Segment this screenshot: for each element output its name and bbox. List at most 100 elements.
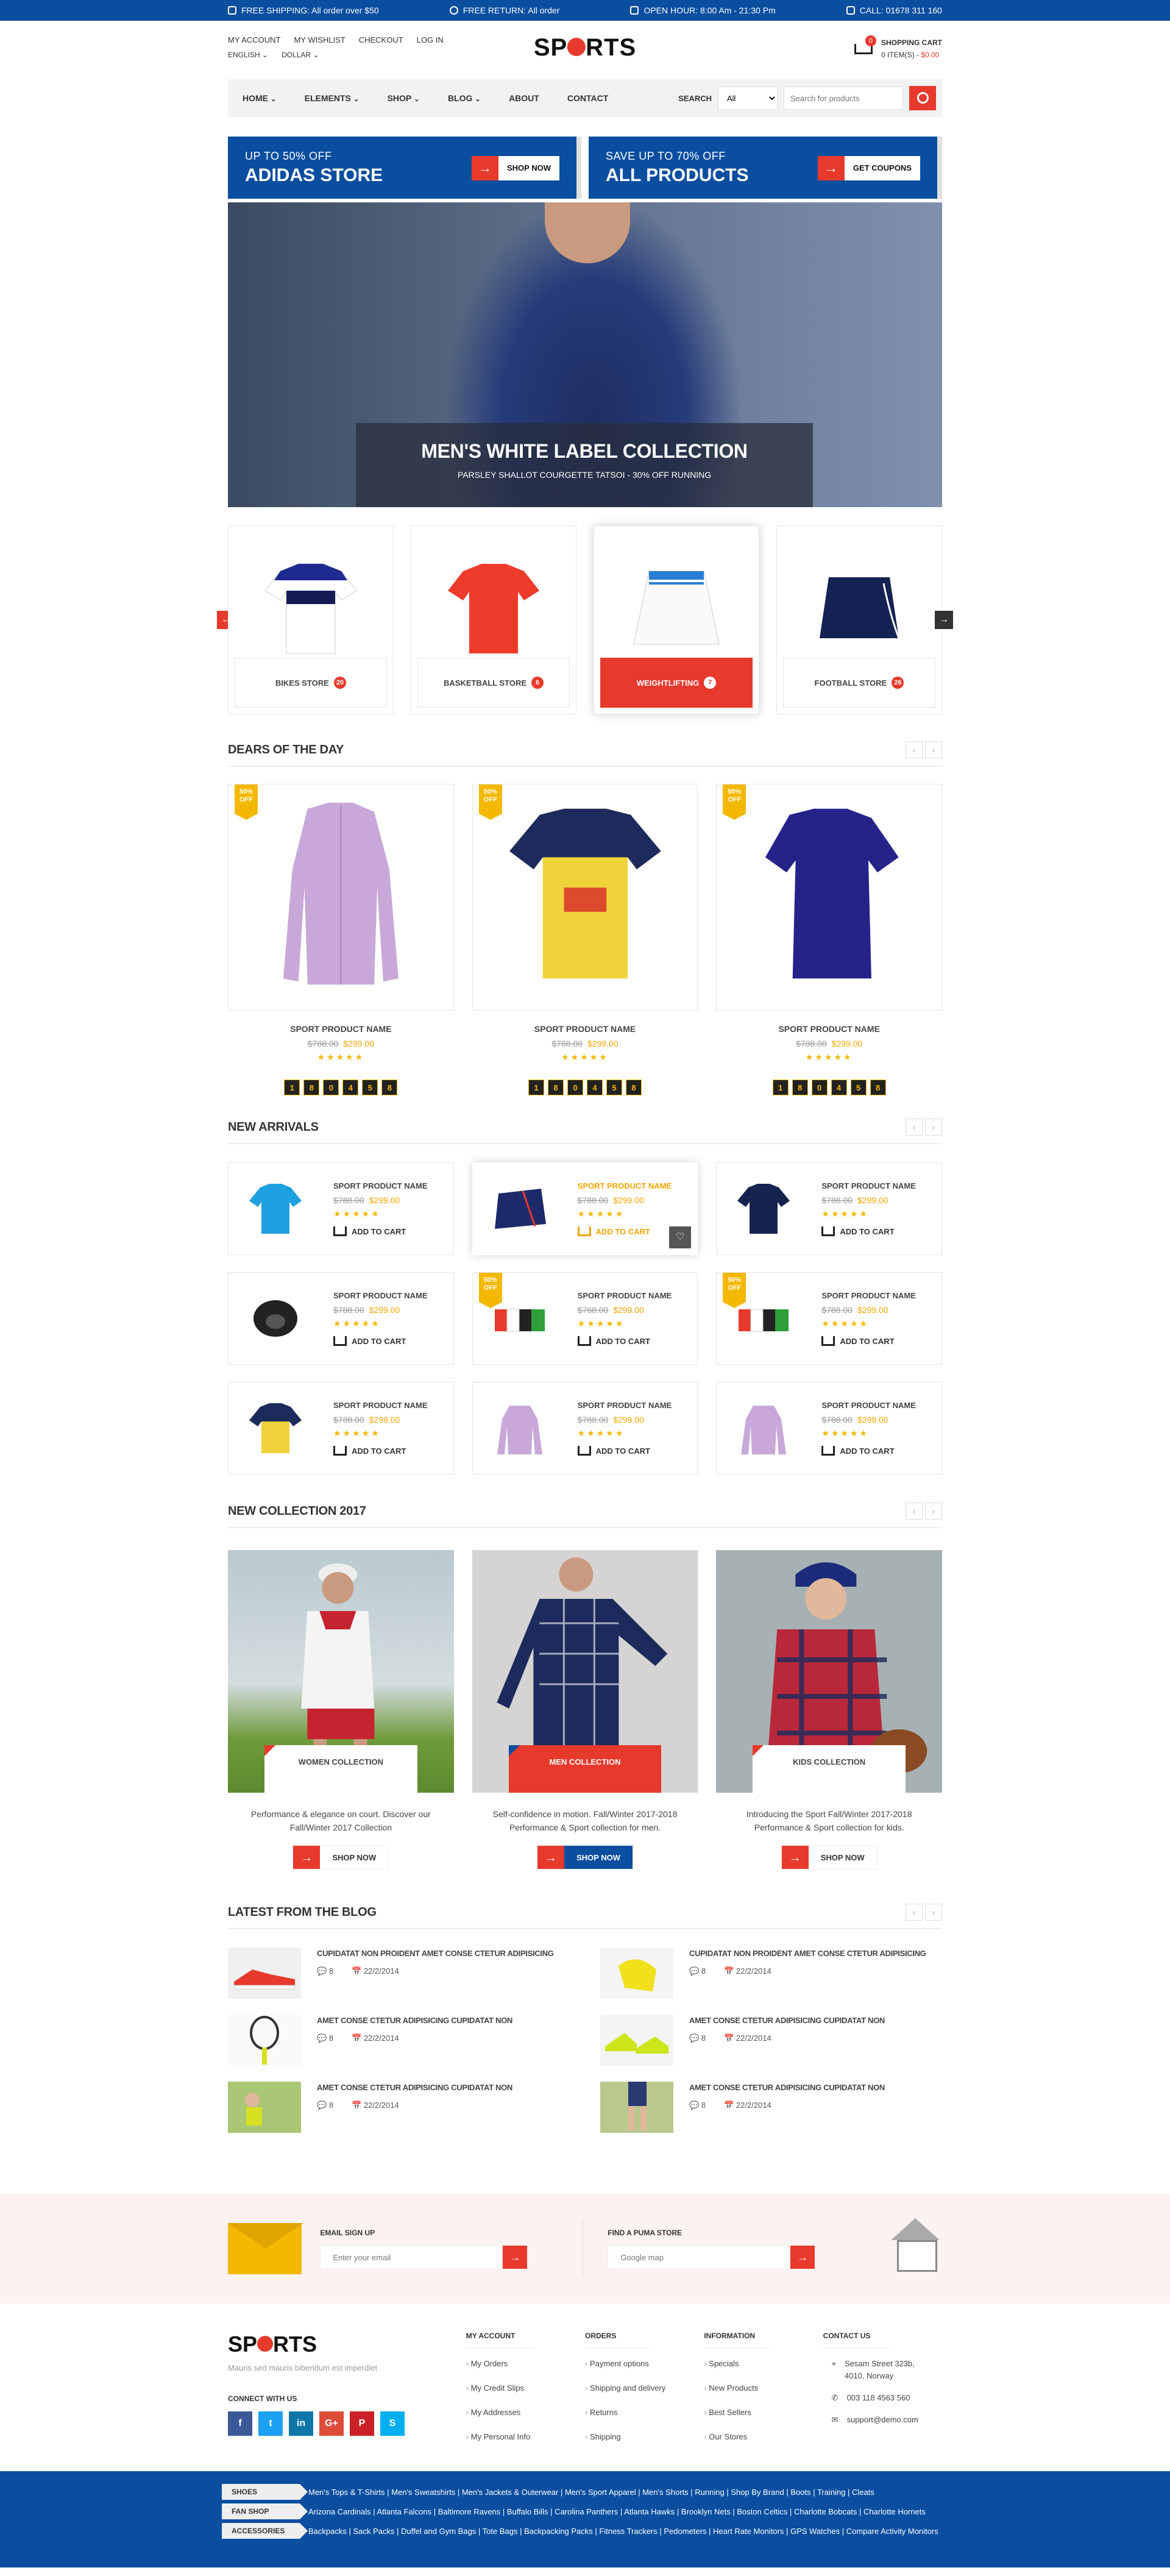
arrival-item[interactable]: 50% OFF SPORT PRODUCT NAME $788.00 $299.00… — [472, 1272, 698, 1365]
shop-now-button[interactable]: → SHOP NOW — [292, 1845, 389, 1870]
store-map-input[interactable] — [608, 2246, 791, 2269]
nav-shop[interactable]: SHOP ⌄ — [388, 93, 420, 103]
category-football[interactable]: FOOTBALL STORE 26 — [776, 525, 942, 714]
prev-arrow-button[interactable]: ‹ — [906, 1119, 923, 1136]
blog-title[interactable]: CUPIDATAT NON PROIDENT AMET CONSE CTETUR… — [317, 1949, 554, 1958]
next-arrow-button[interactable]: › — [925, 1503, 942, 1520]
my-wishlist-link[interactable]: MY WISHLIST — [294, 35, 345, 44]
prev-arrow-button[interactable]: ‹ — [906, 1503, 923, 1520]
hero-slider[interactable]: MEN'S WHITE LABEL COLLECTION PARSLEY SHA… — [228, 202, 942, 507]
email-input[interactable] — [320, 2246, 503, 2269]
search-input[interactable] — [784, 87, 903, 110]
product-name[interactable]: SPORT PRODUCT NAME — [716, 1024, 942, 1034]
deal-item[interactable]: 50% OFF SPORT PRODUCT NAME $788.00 $299.0… — [716, 784, 943, 1095]
arrival-item[interactable]: 50% OFF SPORT PRODUCT NAME $788.00 $299.00… — [716, 1272, 942, 1365]
currency-select[interactable]: DOLLAR ⌄ — [282, 51, 319, 59]
pinterest-icon[interactable]: P — [350, 2411, 374, 2436]
nav-contact[interactable]: CONTACT — [567, 93, 608, 103]
bottom-links-text[interactable]: Arizona Cardinals | Atlanta Falcons | Ba… — [308, 2507, 926, 2516]
footer-link[interactable]: My Addresses — [466, 2400, 585, 2425]
linkedin-icon[interactable]: in — [289, 2411, 313, 2436]
site-logo[interactable]: SP RTS — [534, 34, 636, 62]
prev-arrow-button[interactable]: ‹ — [906, 1904, 923, 1921]
next-arrow-button[interactable]: › — [925, 1904, 942, 1921]
blog-title[interactable]: CUPIDATAT NON PROIDENT AMET CONSE CTETUR… — [689, 1949, 926, 1958]
blog-title[interactable]: AMET CONSE CTETUR ADIPISICING CUPIDATAT … — [317, 2083, 512, 2092]
footer-link[interactable]: Returns — [585, 2400, 704, 2425]
store-submit-button[interactable]: → — [790, 2246, 815, 2269]
footer-link[interactable]: Best Sellers — [704, 2400, 823, 2425]
search-button[interactable] — [909, 86, 936, 110]
product-name[interactable]: SPORT PRODUCT NAME — [472, 1024, 698, 1034]
add-to-cart-button[interactable]: ADD TO CART — [333, 1446, 428, 1456]
footer-link[interactable]: My Orders — [466, 2352, 585, 2376]
promo-all-products[interactable]: SAVE UP TO 70% OFF ALL PRODUCTS → GET COU… — [589, 137, 942, 199]
blog-post[interactable]: AMET CONSE CTETUR ADIPISICING CUPIDATAT … — [600, 2082, 942, 2133]
add-to-cart-button[interactable]: ADD TO CART — [577, 1226, 672, 1236]
footer-link[interactable]: Our Stores — [704, 2425, 823, 2449]
blog-post[interactable]: CUPIDATAT NON PROIDENT AMET CONSE CTETUR… — [600, 1948, 942, 1999]
add-to-cart-button[interactable]: ADD TO CART — [577, 1336, 672, 1346]
arrival-item[interactable]: SPORT PRODUCT NAME $788.00 $299.00 ★★★★★ ADD… — [472, 1382, 698, 1475]
nav-blog[interactable]: BLOG ⌄ — [448, 93, 481, 103]
checkout-link[interactable]: CHECKOUT — [359, 35, 403, 44]
category-basketball[interactable]: BASKETBALL STORE 6 — [411, 525, 576, 714]
language-select[interactable]: ENGLISH ⌄ — [228, 51, 268, 59]
prev-arrow-button[interactable]: ‹ — [906, 741, 923, 758]
bottom-tag[interactable]: SHOES — [222, 2484, 308, 2500]
bottom-links-text[interactable]: Backpacks | Sack Packs | Duffel and Gym … — [308, 2527, 938, 2536]
blog-post[interactable]: AMET CONSE CTETUR ADIPISICING CUPIDATAT … — [600, 2015, 942, 2066]
heart-icon[interactable]: ♡ — [669, 1226, 692, 1248]
footer-link[interactable]: Shipping and delivery — [585, 2376, 704, 2400]
add-to-cart-button[interactable]: ADD TO CART — [333, 1226, 428, 1236]
arrival-item[interactable]: SPORT PRODUCT NAME $788.00 $299.00 ★★★★★ ADD… — [228, 1272, 454, 1365]
deal-item[interactable]: 50% OFF SPORT PRODUCT NAME $788.00 $299.0… — [472, 784, 698, 1095]
carousel-next-button[interactable]: → — [935, 611, 953, 629]
collection-women[interactable]: WOMEN COLLECTION Performance & elegance … — [228, 1550, 454, 1870]
nav-home[interactable]: HOME ⌄ — [243, 93, 277, 103]
blog-title[interactable]: AMET CONSE CTETUR ADIPISICING CUPIDATAT … — [317, 2016, 512, 2025]
footer-link[interactable]: New Products — [704, 2376, 823, 2400]
googleplus-icon[interactable]: G+ — [319, 2411, 344, 2436]
arrival-item[interactable]: SPORT PRODUCT NAME $788.00 $299.00 ★★★★★ ADD… — [228, 1162, 454, 1255]
blog-title[interactable]: AMET CONSE CTETUR ADIPISICING CUPIDATAT … — [689, 2016, 885, 2025]
bottom-tag[interactable]: ACCESSORIES — [222, 2523, 308, 2539]
shop-now-button[interactable]: → SHOP NOW — [472, 156, 559, 180]
promo-adidas[interactable]: UP TO 50% OFF ADIDAS STORE → SHOP NOW — [228, 137, 581, 199]
footer-link[interactable]: Shipping — [585, 2425, 704, 2449]
footer-link[interactable]: Payment options — [585, 2352, 704, 2376]
shop-now-button[interactable]: → SHOP NOW — [537, 1845, 633, 1870]
next-arrow-button[interactable]: › — [925, 1119, 942, 1136]
collection-men[interactable]: MEN COLLECTION Self-confidence in motion… — [472, 1550, 698, 1870]
arrival-item[interactable]: SPORT PRODUCT NAME $788.00 $299.00 ★★★★★ ADD… — [228, 1382, 454, 1475]
footer-link[interactable]: My Credit Slips — [466, 2376, 585, 2400]
email-submit-button[interactable]: → — [503, 2246, 528, 2269]
next-arrow-button[interactable]: › — [925, 741, 942, 758]
category-bikes[interactable]: BIKES STORE 20 — [228, 525, 394, 714]
contact-email[interactable]: ✉ support@demo.com — [823, 2414, 942, 2426]
arrival-item[interactable]: SPORT PRODUCT NAME $788.00 $299.00 ★★★★★ ADD… — [472, 1162, 698, 1255]
category-select[interactable]: All — [718, 87, 778, 110]
my-account-link[interactable]: MY ACCOUNT — [228, 35, 280, 44]
nav-elements[interactable]: ELEMENTS ⌄ — [305, 93, 360, 103]
footer-link[interactable]: Specials — [704, 2352, 823, 2376]
footer-logo[interactable]: SP RTS — [228, 2332, 466, 2357]
facebook-icon[interactable]: f — [228, 2411, 252, 2436]
get-coupons-button[interactable]: → GET COUPONS — [817, 156, 920, 180]
add-to-cart-button[interactable]: ADD TO CART — [821, 1336, 916, 1346]
blog-post[interactable]: CUPIDATAT NON PROIDENT AMET CONSE CTETUR… — [228, 1948, 570, 1999]
skype-icon[interactable]: S — [380, 2411, 405, 2436]
login-link[interactable]: LOG IN — [417, 35, 444, 44]
add-to-cart-button[interactable]: ADD TO CART — [821, 1226, 916, 1236]
blog-title[interactable]: AMET CONSE CTETUR ADIPISICING CUPIDATAT … — [689, 2083, 885, 2092]
add-to-cart-button[interactable]: ADD TO CART — [333, 1336, 428, 1346]
category-weightlifting[interactable]: WEIGHTLIFTING 7 — [594, 525, 759, 714]
footer-link[interactable]: My Personal Info — [466, 2425, 585, 2449]
arrival-item[interactable]: SPORT PRODUCT NAME $788.00 $299.00 ★★★★★ ADD… — [716, 1382, 942, 1475]
shopping-cart[interactable]: 0 SHOPPING CART 0 ITEM(S) - $0.00 — [853, 35, 942, 61]
deal-item[interactable]: 50% OFF SPORT PRODUCT NAME $788.00 $299.0… — [228, 784, 454, 1095]
product-name[interactable]: SPORT PRODUCT NAME — [228, 1024, 454, 1034]
add-to-cart-button[interactable]: ADD TO CART — [577, 1446, 672, 1456]
collection-kids[interactable]: KIDS COLLECTION Introducing the Sport Fa… — [716, 1550, 943, 1870]
blog-post[interactable]: AMET CONSE CTETUR ADIPISICING CUPIDATAT … — [228, 2015, 570, 2066]
